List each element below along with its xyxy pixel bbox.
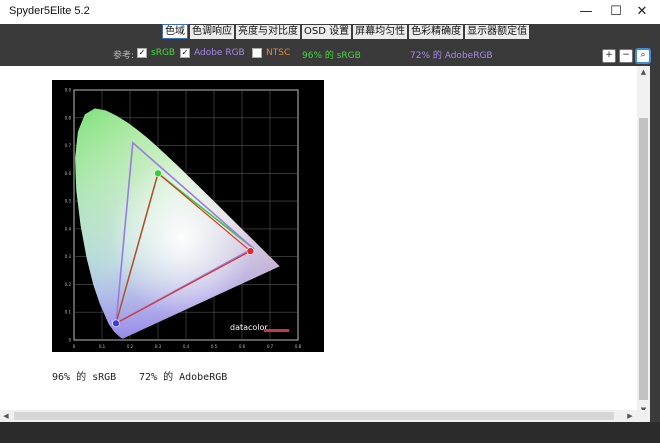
scroll-up-icon[interactable]: ▲ <box>637 66 650 78</box>
y-tick-label: 0.2 <box>65 282 72 287</box>
ntsc-checkbox[interactable] <box>252 48 262 58</box>
y-tick-label: 0.3 <box>65 254 72 259</box>
adobe-summary: 72% 的 AdobeRGB <box>139 372 228 383</box>
zoom-fit-icon[interactable]: ⌕ <box>636 49 650 63</box>
scroll-right-icon[interactable]: ▶ <box>624 410 636 422</box>
x-tick-label: 0.3 <box>155 344 162 349</box>
chart-svg: 0 0.1 0.2 0.3 0.4 0.5 0.6 0.7 0.800.10.20.30.40.… <box>52 80 324 352</box>
y-tick-label: 0.1 <box>65 310 72 315</box>
horizontal-scroll-thumb[interactable] <box>14 412 614 420</box>
horizontal-scrollbar[interactable]: ◀ ▶ <box>0 410 637 422</box>
srgb-coverage: 96% 的 sRGB <box>302 51 361 61</box>
cie-chromaticity-diagram: 0 0.1 0.2 0.3 0.4 0.5 0.6 0.7 0.8 0 0.1 0.2 0.3 0.4 0.… <box>52 80 324 352</box>
zoom-in-icon[interactable]: + <box>602 49 616 63</box>
y-tick-label: 0.5 <box>65 199 72 204</box>
y-tick-label: 0.7 <box>65 143 72 148</box>
zoom-out-icon[interactable]: − <box>619 49 633 63</box>
x-tick-label: 0.5 <box>211 344 218 349</box>
tab-display-rating[interactable]: 显示器额定值 <box>465 25 530 39</box>
title-bar: Spyder5Elite 5.2 — ☐ ✕ <box>0 0 660 24</box>
y-tick-label: 0.6 <box>65 171 72 176</box>
scroll-left-icon[interactable]: ◀ <box>0 410 12 422</box>
app-window: Spyder5Elite 5.2 — ☐ ✕ 色域 色调响应 亮度与对比度 OS… <box>0 0 660 443</box>
y-tick-label: 0.9 <box>65 88 72 93</box>
x-tick-label: 0 <box>73 344 76 349</box>
srgb-label: sRGB <box>151 48 176 58</box>
datacolor-logo-bar <box>264 329 289 332</box>
x-tick-label: 0.1 <box>99 344 106 349</box>
adobe-rgb-checkbox[interactable]: ✓ <box>180 48 190 58</box>
close-button[interactable]: ✕ <box>622 2 660 22</box>
srgb-summary: 96% 的 sRGB <box>52 372 117 383</box>
x-tick-label: 0.6 <box>239 344 246 349</box>
measured-primary-point <box>154 169 162 178</box>
measured-primary-point <box>112 319 120 328</box>
datacolor-logo: datacolor <box>230 323 268 332</box>
adobe-rgb-label: Adobe RGB <box>194 48 245 58</box>
window-bottom-edge <box>0 422 660 443</box>
tab-tone-response[interactable]: 色调响应 <box>190 25 234 39</box>
tab-gamut[interactable]: 色域 <box>162 24 188 39</box>
scroll-corner <box>637 410 650 422</box>
tab-bar: 色域 色调响应 亮度与对比度 OSD 设置 屏幕均匀性 色彩精确度 显示器额定值 <box>162 24 530 40</box>
tab-osd-settings[interactable]: OSD 设置 <box>302 25 352 39</box>
measured-primary-point <box>246 247 255 255</box>
adobe-coverage: 72% 的 AdobeRGB <box>410 51 493 61</box>
tab-brightness-contrast[interactable]: 亮度与对比度 <box>236 25 300 39</box>
reference-bar: 参考: ✓ sRGB ✓ Adobe RGB NTSC 96% 的 sRGB 7… <box>0 40 660 66</box>
srgb-checkbox[interactable]: ✓ <box>137 48 147 58</box>
window-title: Spyder5Elite 5.2 <box>9 5 90 17</box>
y-tick-label: 0.8 <box>65 115 72 120</box>
ntsc-label: NTSC <box>266 48 291 58</box>
x-tick-label: 0.8 <box>295 344 302 349</box>
tab-uniformity[interactable]: 屏幕均匀性 <box>353 25 408 39</box>
reference-label: 参考: <box>113 51 135 61</box>
x-tick-label: 0.7 <box>267 344 274 349</box>
x-tick-label: 0.4 <box>183 344 190 349</box>
vertical-scrollbar[interactable]: ▲ ▼ <box>637 66 650 416</box>
tab-color-accuracy[interactable]: 色彩精确度 <box>409 25 464 39</box>
x-tick-label: 0.2 <box>127 344 134 349</box>
vertical-scroll-thumb[interactable] <box>639 118 648 400</box>
y-tick-label: 0.4 <box>65 226 72 231</box>
